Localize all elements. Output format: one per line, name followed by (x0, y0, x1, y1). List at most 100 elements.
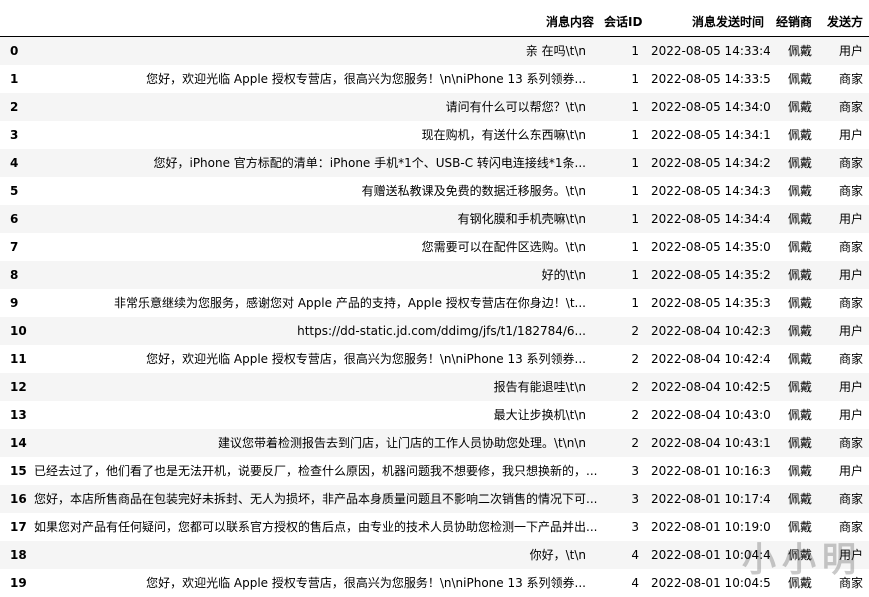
row-index: 2 (0, 93, 30, 121)
row-index: 8 (0, 261, 30, 289)
cell-sender: 用户 (818, 261, 869, 289)
row-index: 6 (0, 205, 30, 233)
cell-message-content: 报告有能退哇\t\n (30, 373, 600, 401)
cell-session-id: 4 (600, 569, 647, 597)
cell-session-id: 1 (600, 289, 647, 317)
cell-dealer: 佩戴 (770, 289, 818, 317)
cell-send-time: 2022-08-04 10:42:58 (647, 373, 770, 401)
header-session-id: 会话ID (600, 8, 647, 37)
table-row: 12报告有能退哇\t\n22022-08-04 10:42:58佩戴用户 (0, 373, 869, 401)
cell-sender: 商家 (818, 569, 869, 597)
cell-sender: 商家 (818, 429, 869, 457)
table-row: 3现在购机，有送什么东西嘛\t\n12022-08-05 14:34:11佩戴用… (0, 121, 869, 149)
cell-session-id: 3 (600, 457, 647, 485)
cell-dealer: 佩戴 (770, 317, 818, 345)
row-index: 9 (0, 289, 30, 317)
cell-session-id: 2 (600, 429, 647, 457)
cell-dealer: 佩戴 (770, 149, 818, 177)
cell-send-time: 2022-08-05 14:35:33 (647, 289, 770, 317)
cell-dealer: 佩戴 (770, 177, 818, 205)
cell-sender: 商家 (818, 65, 869, 93)
cell-message-content: 您好，本店所售商品在包装完好未拆封、无人为损坏，非产品本身质量问题且不影响二次销… (30, 485, 600, 513)
row-index: 3 (0, 121, 30, 149)
table-row: 0亲 在吗\t\n12022-08-05 14:33:48佩戴用户 (0, 37, 869, 66)
cell-session-id: 3 (600, 513, 647, 541)
table-body: 0亲 在吗\t\n12022-08-05 14:33:48佩戴用户1您好，欢迎光… (0, 37, 869, 597)
row-index: 0 (0, 37, 30, 66)
cell-sender: 用户 (818, 541, 869, 569)
table-row: 9非常乐意继续为您服务，感谢您对 Apple 产品的支持，Apple 授权专营店… (0, 289, 869, 317)
table-row: 10https://dd-static.jd.com/ddimg/jfs/t1/… (0, 317, 869, 345)
cell-sender: 用户 (818, 373, 869, 401)
cell-message-content: 建议您带着检测报告去到门店，让门店的工作人员协助您处理。\t\n\n (30, 429, 600, 457)
cell-sender: 用户 (818, 457, 869, 485)
row-index: 15 (0, 457, 30, 485)
table-row: 4您好，iPhone 官方标配的清单：iPhone 手机*1个、USB-C 转闪… (0, 149, 869, 177)
cell-dealer: 佩戴 (770, 457, 818, 485)
cell-send-time: 2022-08-01 10:19:02 (647, 513, 770, 541)
cell-send-time: 2022-08-05 14:33:53 (647, 65, 770, 93)
cell-session-id: 4 (600, 541, 647, 569)
table-row: 2请问有什么可以帮您？\t\n12022-08-05 14:34:00佩戴商家 (0, 93, 869, 121)
header-dealer: 经销商 (770, 8, 818, 37)
table-row: 19您好，欢迎光临 Apple 授权专营店，很高兴为您服务！\n\niPhone… (0, 569, 869, 597)
cell-message-content: 您需要可以在配件区选购。\t\n (30, 233, 600, 261)
cell-dealer: 佩戴 (770, 345, 818, 373)
cell-send-time: 2022-08-05 14:34:35 (647, 177, 770, 205)
cell-message-content: 已经去过了，他们看了也是无法开机，说要反厂，检查什么原因，机器问题我不想要修，我… (30, 457, 600, 485)
cell-send-time: 2022-08-05 14:35:24 (647, 261, 770, 289)
row-index: 10 (0, 317, 30, 345)
cell-sender: 商家 (818, 233, 869, 261)
cell-message-content: 现在购机，有送什么东西嘛\t\n (30, 121, 600, 149)
table-row: 17如果您对产品有任何疑问，您都可以联系官方授权的售后点，由专业的技术人员协助您… (0, 513, 869, 541)
table-row: 8好的\t\n12022-08-05 14:35:24佩戴用户 (0, 261, 869, 289)
table-row: 1您好，欢迎光临 Apple 授权专营店，很高兴为您服务！\n\niPhone … (0, 65, 869, 93)
table-row: 15已经去过了，他们看了也是无法开机，说要反厂，检查什么原因，机器问题我不想要修… (0, 457, 869, 485)
table-header: 消息内容 会话ID 消息发送时间 经销商 发送方 (0, 8, 869, 37)
cell-sender: 用户 (818, 317, 869, 345)
cell-session-id: 1 (600, 261, 647, 289)
cell-sender: 商家 (818, 177, 869, 205)
cell-message-content: 请问有什么可以帮您？\t\n (30, 93, 600, 121)
cell-sender: 商家 (818, 485, 869, 513)
cell-message-content: 您好，欢迎光临 Apple 授权专营店，很高兴为您服务！\n\niPhone 1… (30, 65, 600, 93)
row-index: 4 (0, 149, 30, 177)
cell-dealer: 佩戴 (770, 485, 818, 513)
cell-session-id: 2 (600, 317, 647, 345)
cell-send-time: 2022-08-01 10:04:56 (647, 569, 770, 597)
cell-message-content: 你好，\t\n (30, 541, 600, 569)
table-row: 7您需要可以在配件区选购。\t\n12022-08-05 14:35:02佩戴商… (0, 233, 869, 261)
cell-dealer: 佩戴 (770, 569, 818, 597)
cell-sender: 用户 (818, 37, 869, 66)
row-index: 18 (0, 541, 30, 569)
header-sender: 发送方 (818, 8, 869, 37)
cell-send-time: 2022-08-05 14:34:00 (647, 93, 770, 121)
dataframe-table: 消息内容 会话ID 消息发送时间 经销商 发送方 0亲 在吗\t\n12022-… (0, 8, 869, 597)
cell-message-content: 您好，欢迎光临 Apple 授权专营店，很高兴为您服务！\n\niPhone 1… (30, 345, 600, 373)
cell-send-time: 2022-08-04 10:42:42 (647, 345, 770, 373)
row-index: 5 (0, 177, 30, 205)
cell-dealer: 佩戴 (770, 373, 818, 401)
cell-send-time: 2022-08-01 10:04:48 (647, 541, 770, 569)
cell-message-content: 非常乐意继续为您服务，感谢您对 Apple 产品的支持，Apple 授权专营店在… (30, 289, 600, 317)
row-index: 17 (0, 513, 30, 541)
row-index: 19 (0, 569, 30, 597)
cell-sender: 用户 (818, 121, 869, 149)
row-index: 14 (0, 429, 30, 457)
cell-dealer: 佩戴 (770, 541, 818, 569)
cell-sender: 商家 (818, 93, 869, 121)
cell-send-time: 2022-08-05 14:34:11 (647, 121, 770, 149)
cell-sender: 商家 (818, 289, 869, 317)
cell-dealer: 佩戴 (770, 261, 818, 289)
cell-message-content: 有赠送私教课及免费的数据迁移服务。\t\n (30, 177, 600, 205)
cell-send-time: 2022-08-05 14:33:48 (647, 37, 770, 66)
row-index: 1 (0, 65, 30, 93)
cell-session-id: 2 (600, 401, 647, 429)
cell-session-id: 1 (600, 233, 647, 261)
table-row: 11您好，欢迎光临 Apple 授权专营店，很高兴为您服务！\n\niPhone… (0, 345, 869, 373)
cell-dealer: 佩戴 (770, 401, 818, 429)
row-index: 16 (0, 485, 30, 513)
cell-sender: 商家 (818, 513, 869, 541)
cell-send-time: 2022-08-01 10:16:38 (647, 457, 770, 485)
cell-session-id: 1 (600, 65, 647, 93)
